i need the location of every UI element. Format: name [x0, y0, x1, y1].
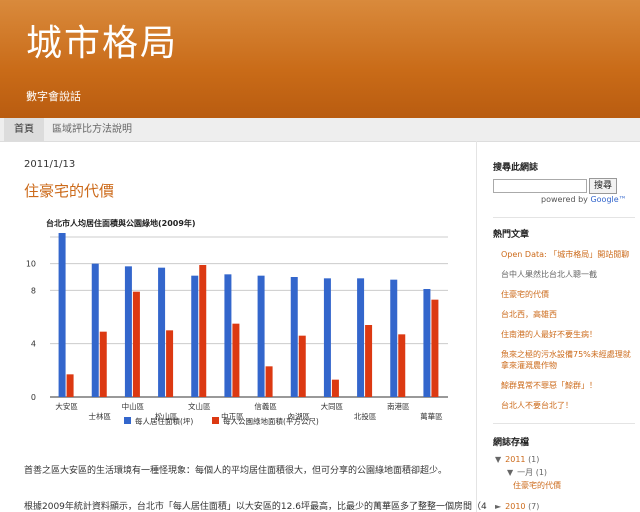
bar-living-area [257, 275, 265, 397]
search-button[interactable]: 搜尋 [589, 178, 617, 194]
bar-park-area [166, 330, 174, 397]
popular-post-link[interactable]: 台北人不要台北了！ [501, 400, 635, 411]
popular-post-link[interactable]: 鯨群異常不罪惡「鯨群」！ [501, 380, 635, 391]
powered-by-label: powered by [541, 195, 588, 204]
bar-living-area [290, 277, 298, 397]
x-tick-label: 大安區 [55, 401, 78, 411]
x-tick-label: 中山區 [122, 401, 145, 411]
powered-by-google: powered by Google™ [541, 195, 627, 204]
popular-post-link[interactable]: 台中人果然比台北人聰一截 [501, 269, 635, 280]
archive-year-2011[interactable]: ▼ 2011 (1) [495, 455, 539, 464]
bar-park-area [431, 299, 439, 397]
bar-living-area [390, 279, 398, 397]
page-tabs: 首頁 區域評比方法說明 [0, 118, 640, 142]
expand-down-icon[interactable]: ▼ [507, 468, 513, 477]
tab-home[interactable]: 首頁 [4, 118, 44, 141]
popular-post-link[interactable]: 住豪宅的代價 [501, 289, 635, 300]
bar-park-area [132, 291, 140, 397]
x-tick-label: 信義區 [254, 401, 277, 411]
legend-swatch [212, 417, 219, 424]
bar-park-area [265, 366, 273, 397]
bar-living-area [323, 278, 331, 397]
post-paragraph-1: 首善之區大安區的生活環境有一種怪現象：每個人的平均居住面積很大，但可分享的公園綠… [24, 466, 448, 476]
post-title[interactable]: 住豪宅的代價 [24, 180, 464, 201]
expand-down-icon[interactable]: ▼ [495, 455, 501, 464]
popular-heading: 熱門文章 [493, 230, 530, 240]
bar-living-area [357, 278, 365, 397]
y-tick-label: 10 [26, 260, 36, 269]
legend-label: 每人公園綠地面積(平方公尺) [223, 416, 319, 426]
bar-living-area [224, 274, 232, 397]
x-tick-label: 文山區 [188, 401, 211, 411]
archive-heading: 網誌存檔 [493, 438, 530, 448]
post-date: 2011/1/13 [24, 159, 76, 170]
bar-park-area [298, 335, 306, 397]
bar-living-area [423, 289, 431, 397]
bar-living-area [91, 263, 99, 397]
x-tick-label: 萬華區 [420, 411, 443, 421]
bar-park-area [66, 374, 74, 397]
y-tick-label: 0 [31, 393, 36, 402]
chart: 台北市人均居住面積與公園綠地(2009年) 0 4 8 10 大安區 士林區 中山區 松山區文… [24, 213, 454, 433]
bar-chart: 04810大安區士林區中山區松山區文山區中正區信義區內湖區大同區北投區南港區萬華… [26, 233, 448, 426]
archive-year-2010[interactable]: ► 2010 (7) [495, 502, 539, 511]
post-paragraph-2: 根據2009年統計資料顯示，台北市「每人居住面積」以大安區的12.6坪最高，比最… [24, 502, 487, 512]
popular-post-link[interactable]: 台北西，高雄西 [501, 309, 635, 320]
popular-post-link[interactable]: 住南港的人最好不要生病！ [501, 329, 635, 340]
search-heading: 搜尋此網誌 [493, 163, 539, 173]
bar-park-area [99, 331, 107, 397]
chart-title: 台北市人均居住面積與公園綠地(2009年) [46, 219, 196, 228]
popular-post-link[interactable]: 魚來之極的污水設備75%未經處理就拿來灌溉農作物 [501, 349, 635, 371]
bar-living-area [58, 233, 66, 397]
bar-park-area [232, 323, 240, 397]
legend-swatch [124, 417, 131, 424]
sidebar: 搜尋此網誌 搜尋 powered by Google™ 熱門文章 Open Da… [476, 141, 640, 512]
bar-park-area [365, 325, 373, 397]
bar-park-area [398, 334, 406, 397]
bar-living-area [124, 266, 132, 397]
x-tick-label: 大同區 [321, 401, 344, 411]
search-input[interactable] [493, 179, 587, 193]
popular-posts-list: Open Data: 「城市格局」開站閒聊 台中人果然比台北人聰一截 住豪宅的代價台… [501, 249, 635, 420]
y-tick-label: 8 [31, 286, 36, 295]
legend-label: 每人居住面積(坪) [135, 416, 193, 426]
bar-living-area [158, 267, 166, 397]
post: 2011/1/13 住豪宅的代價 台北市人均居住面積與公園綠地(2009年) 0… [24, 155, 487, 512]
divider [493, 217, 635, 218]
expand-right-icon[interactable]: ► [495, 502, 501, 511]
popular-post-link[interactable]: Open Data: 「城市格局」開站閒聊 [501, 249, 635, 260]
tab-method[interactable]: 區域評比方法說明 [42, 118, 142, 141]
archive-post-link[interactable]: 住豪宅的代價 [513, 480, 561, 491]
blog-header: 城市格局 數字會說話 [0, 0, 640, 118]
blog-title[interactable]: 城市格局 [26, 14, 178, 66]
bar-living-area [191, 275, 199, 397]
y-tick-label: 4 [31, 340, 36, 349]
blog-description: 數字會說話 [26, 90, 81, 103]
x-tick-label: 南港區 [387, 401, 410, 411]
x-tick-label: 士林區 [89, 411, 112, 421]
divider [493, 423, 635, 424]
bar-park-area [199, 265, 207, 397]
bar-park-area [331, 379, 339, 397]
x-tick-label: 北投區 [354, 411, 377, 421]
archive-month-jan[interactable]: ▼ 一月 (1) [507, 467, 547, 478]
google-logo: Google™ [590, 195, 627, 204]
